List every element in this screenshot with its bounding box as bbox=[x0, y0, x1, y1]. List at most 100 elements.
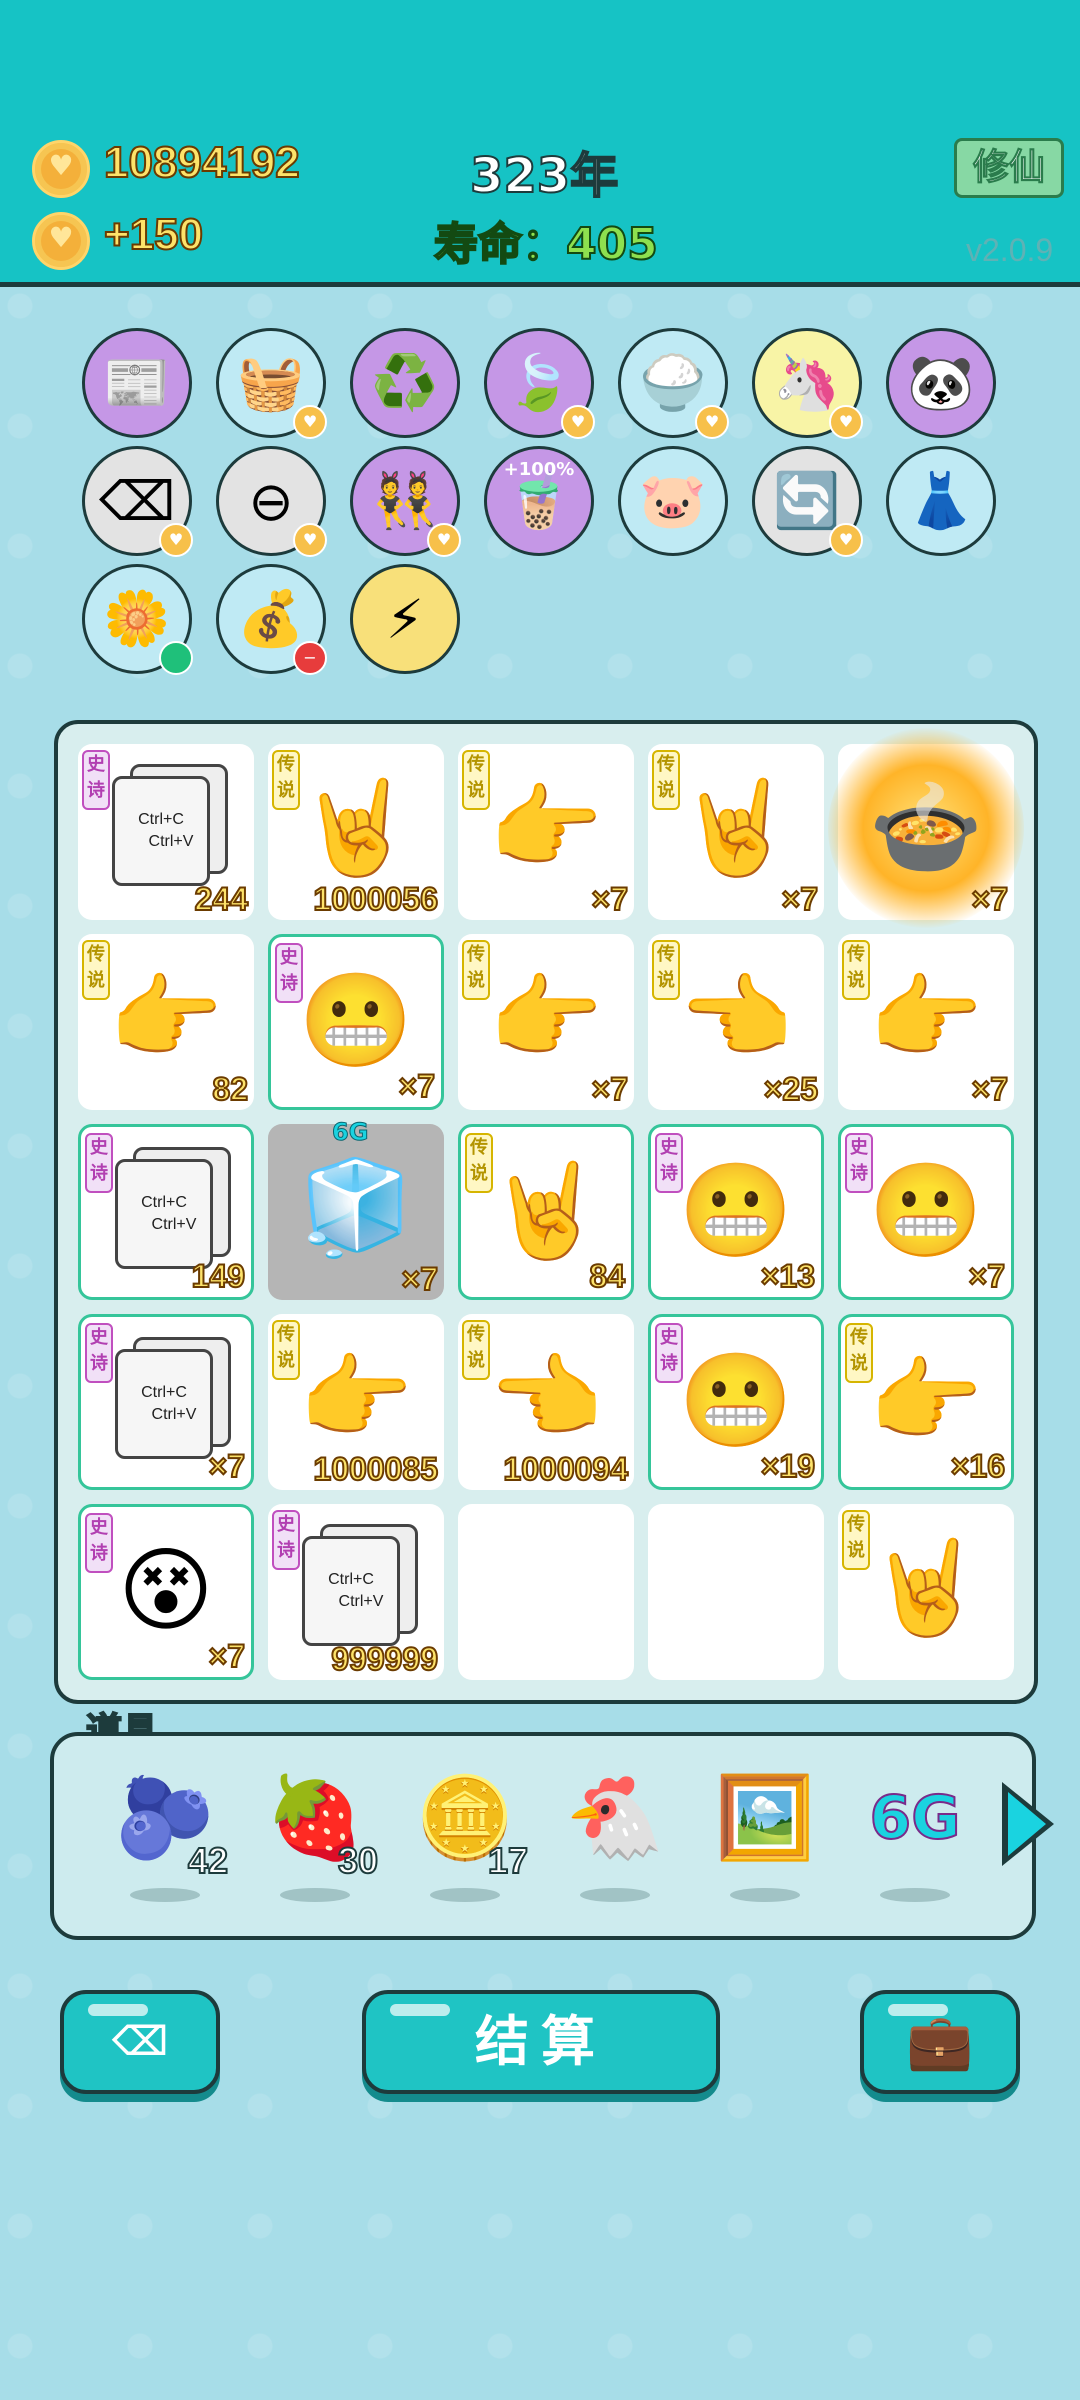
money-bag-icon[interactable]: 💰 − bbox=[216, 564, 327, 675]
hand-icon: 👉 bbox=[108, 964, 224, 1071]
chicken-icon: 🐔 bbox=[565, 1771, 665, 1864]
hand-icon: 🤘 bbox=[678, 774, 794, 881]
board-cell[interactable] bbox=[648, 1504, 824, 1680]
rice-bowl-glyph: 🍚 bbox=[639, 351, 707, 414]
board-cell[interactable]: 史诗 😬 ×7 bbox=[838, 1124, 1014, 1300]
cell-count: ×25 bbox=[763, 1070, 819, 1108]
board-cell[interactable]: 传说 🤘 bbox=[838, 1504, 1014, 1680]
cell-count: ×7 bbox=[591, 880, 630, 918]
ctrl-c-label: Ctrl+C bbox=[138, 811, 184, 828]
rice-bowl-icon[interactable]: 🍚 ♥ bbox=[618, 328, 729, 439]
prop-item[interactable]: 6G bbox=[860, 1768, 970, 1908]
heart-badge-icon: ♥ bbox=[293, 405, 327, 439]
delete-icon: ⌫ bbox=[111, 2019, 169, 2065]
cell-count: ×7 bbox=[968, 1257, 1007, 1295]
hand-icon: 🤘 bbox=[488, 1157, 604, 1264]
leaf-icon[interactable]: 🍃 ♥ bbox=[484, 328, 595, 439]
cell-count: ×7 bbox=[398, 1067, 437, 1105]
cell-count: ×7 bbox=[591, 1070, 630, 1108]
lifespan-counter: 寿命：405 bbox=[433, 218, 659, 271]
button-shine bbox=[88, 2004, 148, 2016]
fridge-icon: 🧊 bbox=[298, 1154, 414, 1261]
lightning-icon[interactable]: ⚡ bbox=[350, 564, 460, 674]
props-tray: 🫐 42 🍓 30 🪙 17 🐔 🖼️ 6G bbox=[50, 1732, 1036, 1940]
prop-count: 30 bbox=[337, 1839, 379, 1882]
board-cell[interactable]: 传说 👉 ×7 bbox=[838, 934, 1014, 1110]
board-cell[interactable]: 传说 👉 ×16 bbox=[838, 1314, 1014, 1490]
board-cell[interactable]: 史诗 Ctrl+C Ctrl+V 999999 bbox=[268, 1504, 444, 1680]
hand-icon: 👉 bbox=[488, 964, 604, 1071]
settle-button[interactable]: 结算 bbox=[362, 1990, 720, 2094]
prop-shadow bbox=[580, 1888, 650, 1902]
bag-button[interactable]: 💼 bbox=[860, 1990, 1020, 2094]
cell-count: ×7 bbox=[208, 1447, 247, 1485]
board-cell[interactable]: 传说 🤘 ×7 bbox=[648, 744, 824, 920]
prop-item[interactable]: 🍓 30 bbox=[260, 1768, 379, 1908]
prop-shadow bbox=[880, 1888, 950, 1902]
board-cell[interactable]: 史诗 Ctrl+C Ctrl+V 149 bbox=[78, 1124, 254, 1300]
refresh-icon[interactable]: 🔄 ♥ bbox=[752, 446, 863, 557]
board-cell[interactable] bbox=[458, 1504, 634, 1680]
board-cell[interactable]: 史诗 😬 ×7 bbox=[268, 934, 444, 1110]
cell-count: ×13 bbox=[760, 1257, 816, 1295]
board-cell[interactable]: 🍲 ×7 bbox=[828, 728, 1024, 928]
board-cell[interactable]: 传说 🤘 84 bbox=[458, 1124, 634, 1300]
prop-item[interactable]: 🪙 17 bbox=[410, 1768, 529, 1908]
recycle-glyph: ♻️ bbox=[371, 351, 439, 414]
bubble-tea-icon[interactable]: 🧋 +100% bbox=[484, 446, 594, 556]
board-cell[interactable]: 传说 👉 ×7 bbox=[458, 934, 634, 1110]
twins-icon[interactable]: 👯 ♥ bbox=[350, 446, 461, 557]
board-cell[interactable]: 传说 🤘 1000056 bbox=[268, 744, 444, 920]
lightning-glyph: ⚡ bbox=[386, 587, 424, 651]
time-magazine-icon[interactable]: 📰 bbox=[82, 328, 192, 438]
cell-count: ×7 bbox=[971, 1070, 1010, 1108]
cell-count: ×19 bbox=[760, 1447, 816, 1485]
prop-item[interactable]: 🫐 42 bbox=[110, 1768, 229, 1908]
buff-label: +100% bbox=[503, 459, 575, 480]
version-label: v2.0.9 bbox=[966, 232, 1054, 268]
heart-badge-icon: ♥ bbox=[829, 523, 863, 557]
panda-icon[interactable]: 🐼 bbox=[886, 328, 996, 438]
board-cell[interactable]: 🧊 6G ×7 bbox=[268, 1118, 444, 1300]
cell-count: 1000094 bbox=[502, 1450, 629, 1488]
face-icon: 😬 bbox=[868, 1157, 984, 1264]
coin-total: 10894192 bbox=[103, 137, 301, 188]
heart-badge-icon: ♥ bbox=[293, 523, 327, 557]
skirt-icon[interactable]: 👗 bbox=[886, 446, 996, 556]
leaf-glyph: 🍃 bbox=[505, 351, 573, 414]
cell-count: 82 bbox=[211, 1070, 249, 1108]
prop-shadow bbox=[280, 1888, 350, 1902]
board-cell[interactable]: 传说 👉 1000085 bbox=[268, 1314, 444, 1490]
epic-tag: 史诗 bbox=[85, 1133, 113, 1193]
pot-icon: 🍲 bbox=[868, 774, 984, 881]
props-next-arrow-icon[interactable] bbox=[1002, 1782, 1054, 1866]
board-cell[interactable]: 史诗 😬 ×13 bbox=[648, 1124, 824, 1300]
cultivation-mode-button[interactable]: 修仙 bbox=[954, 138, 1064, 198]
board-cell[interactable]: 传说 👉 ×7 bbox=[458, 744, 634, 920]
hand-icon: 👉 bbox=[868, 964, 984, 1071]
board-cell[interactable]: 史诗 Ctrl+C Ctrl+V ×7 bbox=[78, 1314, 254, 1490]
hand-icon: 👉 bbox=[488, 774, 604, 881]
board-cell[interactable]: 传说 👈 ×25 bbox=[648, 934, 824, 1110]
prop-item[interactable]: 🖼️ bbox=[710, 1768, 820, 1908]
fruit-basket-glyph: 🧺 bbox=[237, 351, 305, 414]
recycle-icon[interactable]: ♻️ bbox=[350, 328, 460, 438]
hand-icon: 👉 bbox=[298, 1344, 414, 1451]
board-cell[interactable]: 史诗 😬 ×19 bbox=[648, 1314, 824, 1490]
piggy-bank-icon[interactable]: 🐷 bbox=[618, 446, 728, 556]
fruit-basket-icon[interactable]: 🧺 ♥ bbox=[216, 328, 327, 439]
delete-key-icon[interactable]: ⌫ ♥ bbox=[82, 446, 193, 557]
board-cell[interactable]: 史诗 😵 ×7 bbox=[78, 1504, 254, 1680]
minus-circle-icon[interactable]: ⊖ ♥ bbox=[216, 446, 327, 557]
board-cell[interactable]: 传说 👈 1000094 bbox=[458, 1314, 634, 1490]
cell-count: 149 bbox=[191, 1257, 246, 1295]
heart-badge-icon: ♥ bbox=[561, 405, 595, 439]
board-cell[interactable]: 史诗 Ctrl+C Ctrl+V 244 bbox=[78, 744, 254, 920]
delete-button[interactable]: ⌫ bbox=[60, 1990, 220, 2094]
prop-item[interactable]: 🐔 bbox=[560, 1768, 670, 1908]
unicorn-icon[interactable]: 🦄 ♥ bbox=[752, 328, 863, 439]
board-cell[interactable]: 传说 👉 82 bbox=[78, 934, 254, 1110]
flower-pot-icon[interactable]: 🌼 bbox=[82, 564, 193, 675]
coin-rate: +150 bbox=[103, 209, 204, 260]
ctrl-v-label: Ctrl+V bbox=[148, 833, 194, 850]
